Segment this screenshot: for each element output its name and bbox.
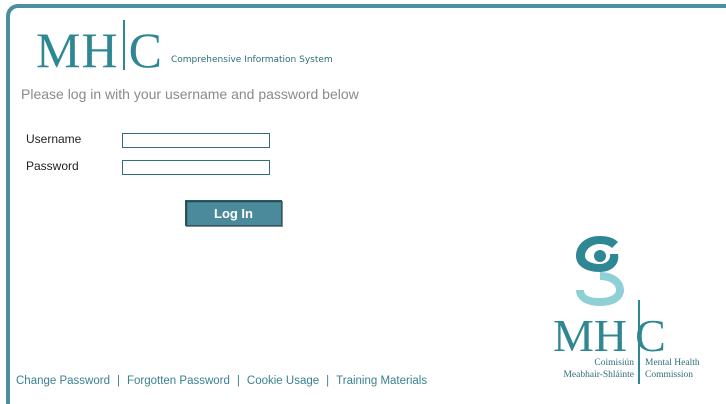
training-materials-link[interactable]: Training Materials xyxy=(336,375,427,387)
password-input[interactable] xyxy=(122,160,270,175)
brand-divider xyxy=(638,300,640,384)
english-line-2: Commission xyxy=(645,370,694,380)
forgotten-password-link[interactable]: Forgotten Password xyxy=(127,375,230,387)
mhc-emblem-icon xyxy=(576,236,624,306)
logo-text-mh: MH xyxy=(36,22,119,78)
logo-text-c: C xyxy=(128,22,162,78)
irish-line-2: Meabhair-Shláinte xyxy=(563,370,634,380)
brand-text-c: C xyxy=(635,310,666,361)
password-label: Password xyxy=(26,159,79,173)
system-name: Comprehensive Information System xyxy=(171,55,333,65)
footer-links: Change Password | Forgotten Password | Cooki… xyxy=(16,375,427,387)
separator: | xyxy=(116,375,120,387)
mhc-brand-mark: MH C xyxy=(553,310,666,361)
logo-divider xyxy=(122,20,125,70)
irish-line-1: Coimisiún xyxy=(594,358,634,368)
brand-irish-name: Coimisiún Meabhair-Shláinte xyxy=(556,357,634,381)
brand-english-name: Mental Health Commission xyxy=(645,357,725,381)
username-input[interactable] xyxy=(122,133,270,148)
login-button[interactable]: Log In xyxy=(185,200,282,226)
cookie-usage-link[interactable]: Cookie Usage xyxy=(247,375,319,387)
separator: | xyxy=(326,375,330,387)
separator: | xyxy=(236,375,240,387)
english-line-1: Mental Health xyxy=(645,358,700,368)
brand-text-mh: MH xyxy=(553,310,628,361)
change-password-link[interactable]: Change Password xyxy=(16,375,110,387)
login-prompt: Please log in with your username and pas… xyxy=(21,86,359,102)
username-label: Username xyxy=(26,132,82,146)
mhc-logo: MH C xyxy=(36,20,162,78)
